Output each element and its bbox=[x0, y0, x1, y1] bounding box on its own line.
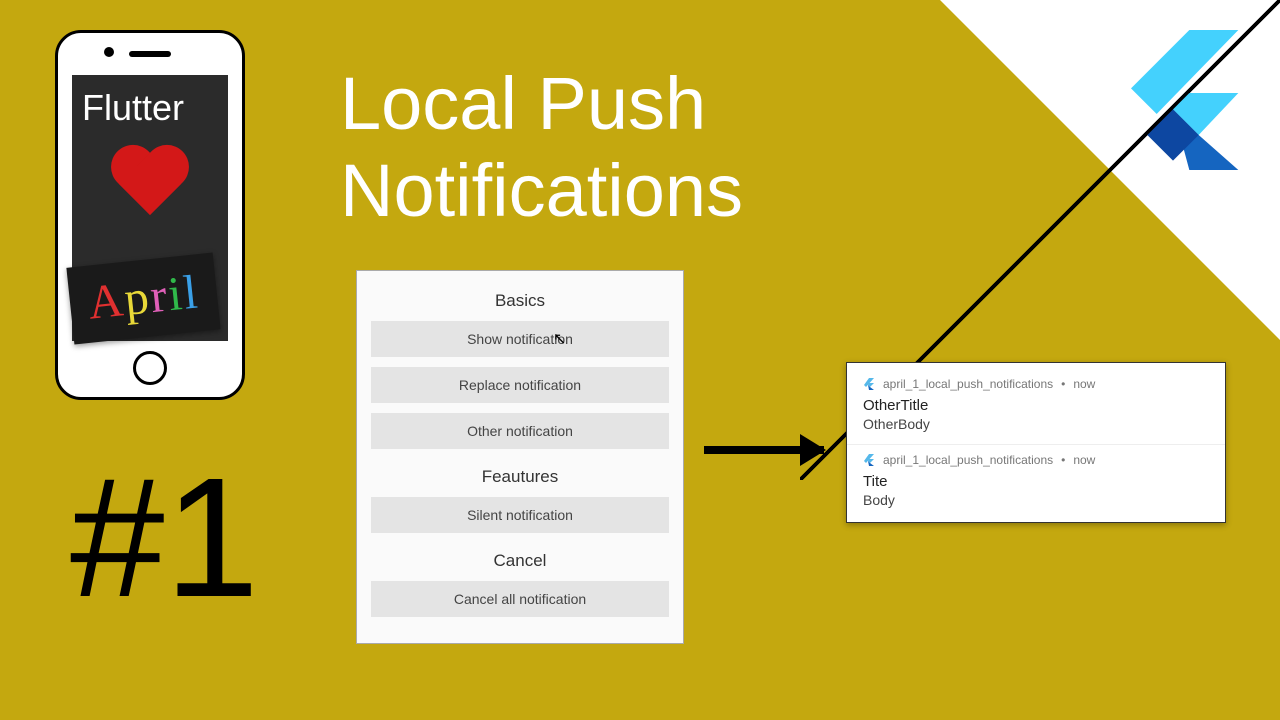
show-notification-button[interactable]: Show notification bbox=[371, 321, 669, 357]
demo-app-panel: Basics Show notification Replace notific… bbox=[356, 270, 684, 644]
flutter-mini-icon bbox=[863, 378, 875, 390]
notification-title: Tite bbox=[863, 473, 1209, 490]
phone-camera-dot bbox=[104, 47, 114, 57]
notification-header: april_1_local_push_notifications • now bbox=[863, 453, 1209, 467]
notification-app-name: april_1_local_push_notifications bbox=[883, 377, 1053, 391]
thumbnail-stage: Local Push Notifications #1 Flutter Apri… bbox=[0, 0, 1280, 720]
notification-time: now bbox=[1073, 377, 1095, 391]
arrow-icon bbox=[704, 446, 824, 454]
main-title: Local Push Notifications bbox=[340, 60, 743, 235]
notification-time: now bbox=[1073, 453, 1095, 467]
notification-item[interactable]: april_1_local_push_notifications • now O… bbox=[847, 369, 1225, 445]
flutter-logo-icon bbox=[1120, 30, 1240, 170]
section-heading-cancel: Cancel bbox=[371, 551, 669, 571]
notification-shade: april_1_local_push_notifications • now O… bbox=[846, 362, 1226, 523]
heart-icon bbox=[110, 147, 190, 219]
phone-home-button bbox=[133, 351, 167, 385]
month-tag: April bbox=[66, 253, 221, 345]
notification-body: OtherBody bbox=[863, 416, 1209, 432]
notification-body: Body bbox=[863, 492, 1209, 508]
notification-item[interactable]: april_1_local_push_notifications • now T… bbox=[847, 445, 1225, 520]
notification-title: OtherTitle bbox=[863, 397, 1209, 414]
notification-header: april_1_local_push_notifications • now bbox=[863, 377, 1209, 391]
phone-brand-word: Flutter bbox=[72, 75, 228, 129]
cancel-all-notification-button[interactable]: Cancel all notification bbox=[371, 581, 669, 617]
episode-number: #1 bbox=[70, 440, 259, 636]
phone-speaker bbox=[129, 51, 171, 57]
other-notification-button[interactable]: Other notification bbox=[371, 413, 669, 449]
section-heading-basics: Basics bbox=[371, 291, 669, 311]
notification-app-name: april_1_local_push_notifications bbox=[883, 453, 1053, 467]
silent-notification-button[interactable]: Silent notification bbox=[371, 497, 669, 533]
title-line-1: Local Push bbox=[340, 60, 743, 147]
phone-mockup: Flutter bbox=[55, 30, 245, 400]
replace-notification-button[interactable]: Replace notification bbox=[371, 367, 669, 403]
flutter-mini-icon bbox=[863, 454, 875, 466]
section-heading-features: Feautures bbox=[371, 467, 669, 487]
title-line-2: Notifications bbox=[340, 147, 743, 234]
